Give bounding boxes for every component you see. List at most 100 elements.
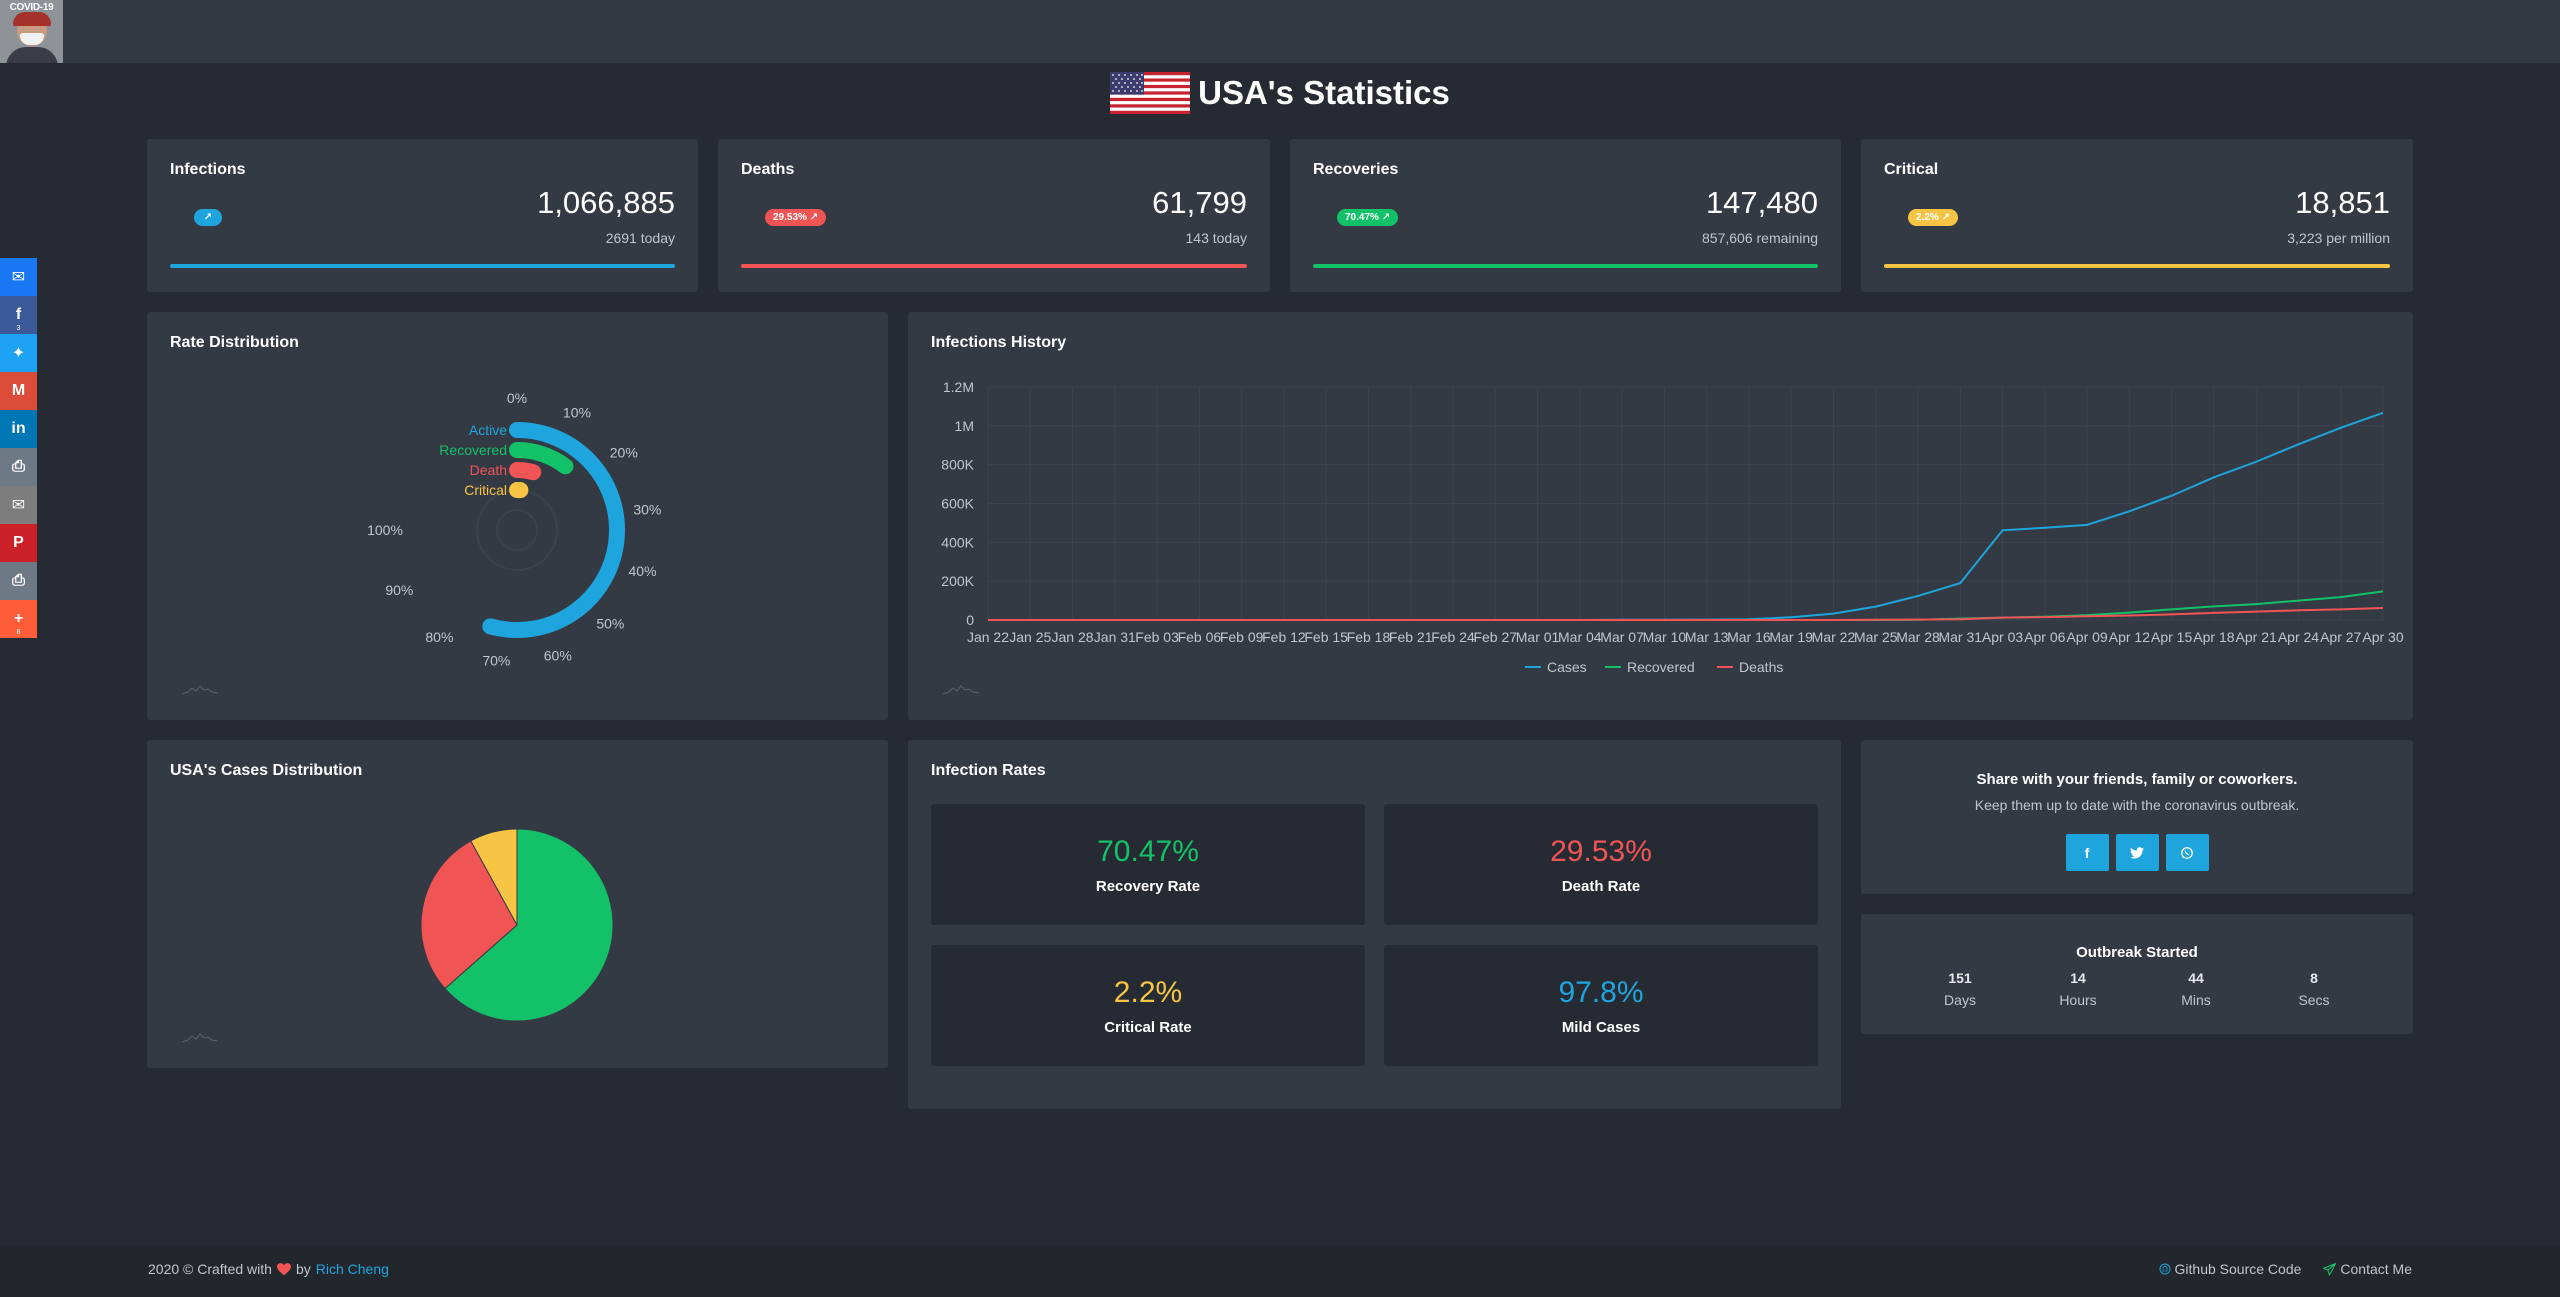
rate-value: 70.47% xyxy=(1097,835,1199,868)
mild-cases-box: 97.8% Mild Cases xyxy=(1384,945,1818,1066)
contact-link-label: Contact Me xyxy=(2340,1261,2412,1277)
author-link[interactable]: Rich Cheng xyxy=(316,1261,389,1277)
x-axis-tick-label: Mar 22 xyxy=(1812,629,1856,645)
rate-label: Mild Cases xyxy=(1561,1019,1641,1036)
social-share-button[interactable]: ✉ xyxy=(0,486,37,524)
x-axis-tick-label: Mar 28 xyxy=(1896,629,1940,645)
x-axis-tick-label: Feb 27 xyxy=(1473,629,1517,645)
heart-icon xyxy=(276,1262,291,1275)
x-axis-tick-label: Feb 21 xyxy=(1389,629,1433,645)
social-share-button[interactable]: f3 xyxy=(0,296,37,334)
deaths-card: Deaths 29.53% ↗ 61,799 143 today xyxy=(718,139,1270,292)
legend-item-cases[interactable]: Cases xyxy=(1525,659,1587,675)
legend-item-deaths[interactable]: Deaths xyxy=(1717,659,1783,675)
x-axis-tick-label: Feb 15 xyxy=(1304,629,1348,645)
card-title: Infections xyxy=(170,161,246,178)
x-axis-tick-label: Feb 18 xyxy=(1347,629,1391,645)
social-share-button[interactable]: +8 xyxy=(0,600,37,638)
recoveries-trend-badge: 70.47% ↗ xyxy=(1337,209,1399,226)
facebook-icon: f xyxy=(2084,844,2090,861)
social-share-button[interactable]: in xyxy=(0,410,37,448)
email-icon: ✉ xyxy=(11,497,26,514)
cases-distribution-chart xyxy=(420,828,614,1022)
trend-up-icon: ↗ xyxy=(809,212,819,223)
infection-rates-card: Infection Rates 70.47% Recovery Rate 29.… xyxy=(908,740,1841,1109)
radial-tick-label: 50% xyxy=(596,615,624,631)
footer-by: by xyxy=(295,1261,311,1277)
line-chart-grid xyxy=(987,386,2384,621)
social-share-button[interactable]: ⎙ xyxy=(0,562,37,600)
y-axis-tick-label: 600K xyxy=(941,496,974,512)
footer: 2020 © Crafted with by Rich Cheng Github… xyxy=(0,1245,2560,1297)
radial-tick-label: 60% xyxy=(544,648,572,664)
x-axis-tick-label: Feb 24 xyxy=(1431,629,1475,645)
legend-label: Deaths xyxy=(1739,659,1783,675)
x-axis-tick-label: Apr 09 xyxy=(2066,629,2107,645)
share-whatsapp-button[interactable] xyxy=(2165,834,2209,871)
share-title: Share with your friends, family or cowor… xyxy=(1976,771,2298,788)
outbreak-title: Outbreak Started xyxy=(2076,944,2198,961)
radial-tick-label: 10% xyxy=(563,404,591,420)
twitter-icon xyxy=(2130,846,2144,859)
social-share-button[interactable]: P xyxy=(0,524,37,562)
cases-distribution-card: USA's Cases Distribution xyxy=(147,740,888,1068)
footer-prefix: 2020 © Crafted with xyxy=(148,1261,272,1277)
badge-label: 2.2% xyxy=(1916,212,1939,223)
trend-up-icon: ↗ xyxy=(203,212,213,223)
x-axis-tick-label: Jan 22 xyxy=(967,629,1009,645)
counter-unit: Secs xyxy=(2298,992,2330,1008)
radial-category-label: Recovered xyxy=(439,442,507,458)
stat-value: 147,480 xyxy=(1705,185,1818,220)
sparkline-icon xyxy=(182,1033,218,1043)
x-axis-tick-label: Feb 12 xyxy=(1262,629,1306,645)
footer-links: Github Source Code Contact Me xyxy=(2159,1261,2412,1277)
share-facebook-button[interactable]: f xyxy=(2065,834,2109,871)
radial-tick-label: 40% xyxy=(629,563,657,579)
progress-bar xyxy=(1313,264,1818,268)
share-subtitle: Keep them up to date with the coronaviru… xyxy=(1974,797,2300,813)
social-share-button[interactable]: M xyxy=(0,372,37,410)
usa-flag-icon xyxy=(1110,72,1191,114)
radial-category-label: Active xyxy=(469,422,507,438)
radial-tick-label: 20% xyxy=(610,444,638,460)
github-icon xyxy=(2159,1263,2171,1275)
legend-item-recovered[interactable]: Recovered xyxy=(1605,659,1695,675)
share-twitter-button[interactable] xyxy=(2115,834,2159,871)
rate-label: Death Rate xyxy=(1561,878,1641,895)
github-link[interactable]: Github Source Code xyxy=(2159,1261,2302,1277)
x-axis-tick-label: Feb 09 xyxy=(1220,629,1264,645)
rate-distribution-card: Rate Distribution Active Recovered Death Cr… xyxy=(147,312,888,720)
stat-value: 18,851 xyxy=(2295,185,2390,220)
x-axis-tick-label: Feb 03 xyxy=(1135,629,1179,645)
series-line-cases[interactable] xyxy=(988,411,2384,621)
infections-history-card: Infections History 0 200K 400K 600K 800K 1M 1.… xyxy=(908,312,2413,720)
counter-unit: Days xyxy=(1944,992,1976,1008)
github-link-label: Github Source Code xyxy=(2174,1261,2302,1277)
social-share-button[interactable]: ✦ xyxy=(0,334,37,372)
x-axis-tick-label: Apr 03 xyxy=(1982,629,2023,645)
series-line-recovered[interactable] xyxy=(988,590,2384,621)
outbreak-card: Outbreak Started 151 Days 14 Hours 44 Mins … xyxy=(1861,914,2413,1034)
outbreak-secs: 8 Secs xyxy=(2255,970,2373,1008)
critical-trend-badge: 2.2% ↗ xyxy=(1908,209,1959,226)
y-axis-tick-label: 0 xyxy=(966,612,974,628)
deaths-trend-badge: 29.53% ↗ xyxy=(765,209,827,226)
stat-sub: 143 today xyxy=(1185,230,1248,246)
legend-label: Cases xyxy=(1547,659,1587,675)
radial-category-label: Death xyxy=(470,462,507,478)
whatsapp-icon xyxy=(2181,846,2193,859)
radial-bar-death[interactable] xyxy=(509,462,542,481)
social-share-button[interactable]: ⎙ xyxy=(0,448,37,486)
x-axis-tick-label: Mar 19 xyxy=(1769,629,1813,645)
contact-link[interactable]: Contact Me xyxy=(2323,1261,2412,1277)
critical-card: Critical 2.2% ↗ 18,851 3,223 per million xyxy=(1861,139,2413,292)
x-axis-tick-label: Apr 21 xyxy=(2236,629,2277,645)
social-share-button[interactable]: ✉ xyxy=(0,258,37,296)
pinterest-icon: P xyxy=(13,534,24,551)
radial-category-label: Critical xyxy=(464,482,507,498)
paper-plane-icon xyxy=(2323,1262,2337,1275)
share-buttons: f xyxy=(1861,834,2413,871)
badge-label: 70.47% xyxy=(1345,212,1379,223)
app-logo[interactable]: COVID-19 xyxy=(0,0,63,63)
radial-tick-label: 80% xyxy=(425,629,453,645)
